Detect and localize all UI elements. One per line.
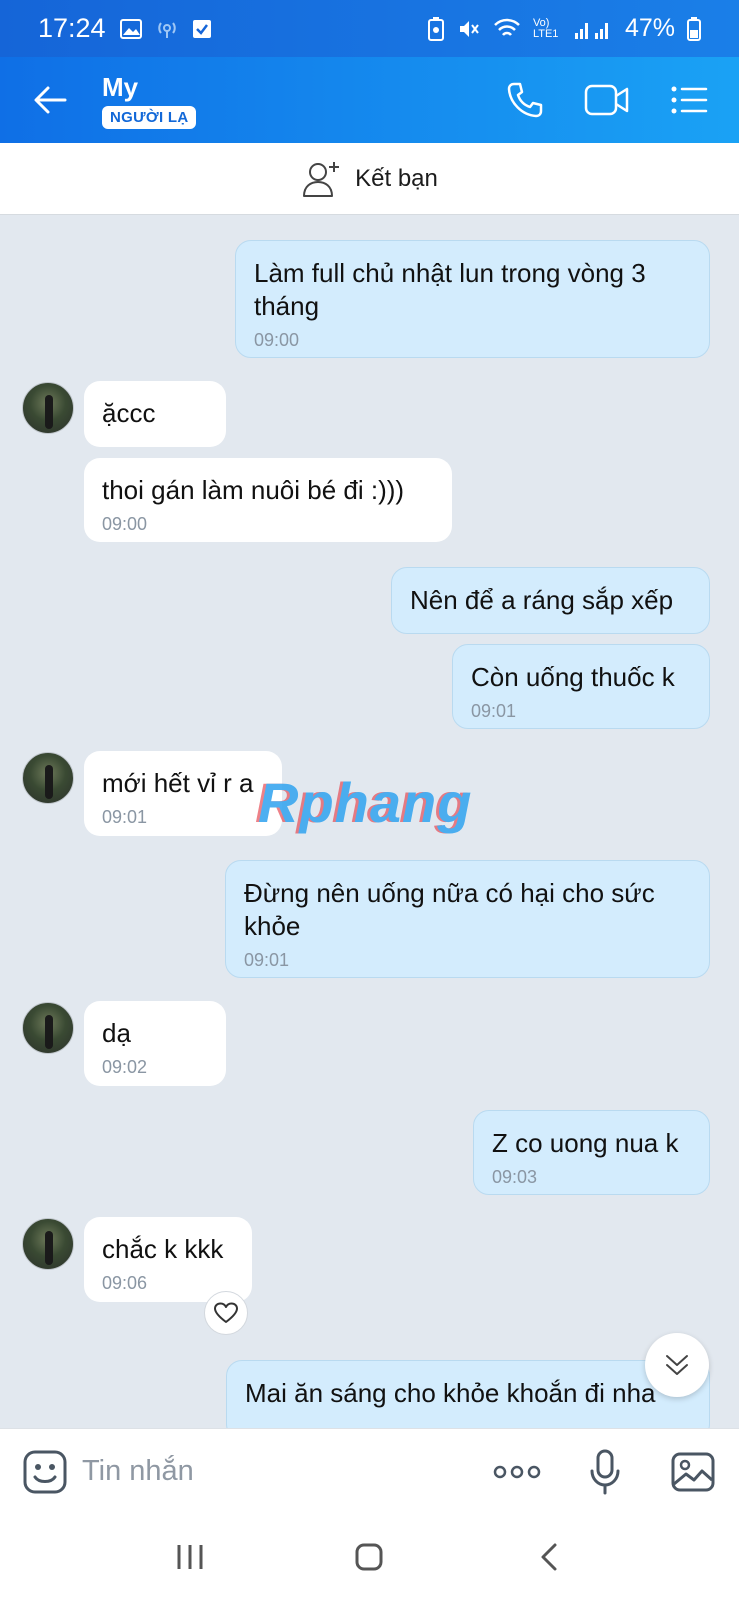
recent-apps-button[interactable] [160,1527,220,1587]
system-nav-bar [0,1514,739,1600]
voice-message-button[interactable] [581,1448,629,1496]
video-call-button[interactable] [583,76,631,124]
wifi-icon [494,18,520,36]
message-text: ặccc [102,398,156,428]
status-bar: 17:24 Vo) LTE1 47% [0,0,739,57]
status-time: 17:24 [38,13,106,43]
message-bubble[interactable]: mới hết vỉ r a 09:01 [84,751,282,836]
microphone-icon [590,1449,620,1494]
message-input[interactable] [82,1455,459,1488]
message-text: mới hết vỉ r a [102,768,254,798]
contact-title[interactable]: My NGƯỜI LẠ [102,71,197,129]
video-camera-icon [584,84,629,116]
home-icon [355,1543,383,1571]
watermark: Rphang [258,771,473,834]
message-text: thoi gán làm nuôi bé đi :))) [102,475,405,505]
more-button[interactable] [493,1448,541,1496]
message-time: 09:03 [492,1167,538,1187]
message-text: Còn uống thuốc k [471,662,675,692]
heart-reaction-button[interactable] [204,1291,248,1335]
image-button[interactable] [669,1448,717,1496]
message-time: 09:02 [102,1057,148,1077]
message-bubble[interactable]: Đừng nên uống nữa có hại cho sức khỏe 09… [225,860,710,978]
message-list[interactable]: Làm full chủ nhật lun trong vòng 3 tháng… [0,215,739,1428]
checkbox-icon [192,19,211,38]
scroll-to-bottom-button[interactable] [645,1333,709,1397]
battery-saver-icon [427,16,444,41]
sticker-button[interactable] [22,1449,68,1495]
message-bubble[interactable]: Còn uống thuốc k 09:01 [452,644,710,729]
message-bubble[interactable]: Nên để a ráng sắp xếp [391,567,710,634]
battery-icon [687,16,701,41]
message-text: Mai ăn sáng cho khỏe khoắn đi nha [245,1378,656,1408]
message-time: 09:00 [254,330,300,350]
contact-name: My [102,71,139,102]
list-menu-icon [671,86,708,114]
message-bubble[interactable]: dạ 09:02 [84,1001,226,1086]
message-text: dạ [102,1018,131,1048]
message-bubble[interactable]: Z co uong nua k 09:03 [473,1110,710,1195]
message-bubble[interactable]: thoi gán làm nuôi bé đi :))) 09:00 [84,458,452,542]
gallery-icon [119,18,142,39]
emoji-icon [23,1450,67,1493]
avatar[interactable] [22,1002,74,1054]
heart-icon [214,1302,238,1323]
message-time: 09:01 [102,807,148,827]
home-button[interactable] [339,1527,399,1587]
composer [0,1428,739,1514]
arrow-left-icon [34,86,67,114]
message-bubble[interactable]: chắc k kkk 09:06 [84,1217,252,1302]
add-friend-label: Kết bạn [355,164,438,192]
add-user-icon [303,161,340,197]
avatar[interactable] [22,382,74,434]
avatar[interactable] [22,752,74,804]
stranger-badge: NGƯỜI LẠ [102,105,197,129]
voice-call-button[interactable] [501,76,549,124]
signal-icon [574,22,608,39]
message-text: Z co uong nua k [492,1128,679,1158]
message-time: 09:01 [244,950,290,970]
double-chevron-down-icon [666,1355,688,1375]
avatar[interactable] [22,1218,74,1270]
network-label: Vo) LTE1 [532,16,559,40]
message-time: 09:06 [102,1273,148,1293]
hotspot-icon [157,21,176,38]
message-text: Nên để a ráng sắp xếp [410,585,674,615]
message-time: 09:01 [471,701,517,721]
chat-header: My NGƯỜI LẠ [0,57,739,143]
phone-icon [507,82,543,118]
message-text: Đừng nên uống nữa có hại cho sức khỏe [244,878,655,941]
recent-apps-icon [177,1545,203,1569]
back-button[interactable] [24,74,76,126]
message-text: chắc k kkk [102,1234,224,1264]
system-back-button[interactable] [519,1527,579,1587]
message-text: Làm full chủ nhật lun trong vòng 3 tháng [254,258,646,321]
chevron-left-icon [541,1543,557,1571]
more-dots-icon [493,1465,541,1478]
add-friend-button[interactable]: Kết bạn [0,143,739,215]
message-time: 09:00 [102,514,148,534]
battery-percent: 47% [624,14,675,42]
message-bubble[interactable]: ặccc [84,381,226,447]
message-bubble[interactable]: Mai ăn sáng cho khỏe khoắn đi nha [226,1360,710,1428]
menu-button[interactable] [665,76,713,124]
message-bubble[interactable]: Làm full chủ nhật lun trong vòng 3 tháng… [235,240,710,358]
mute-icon [459,20,479,37]
image-icon [671,1452,715,1491]
